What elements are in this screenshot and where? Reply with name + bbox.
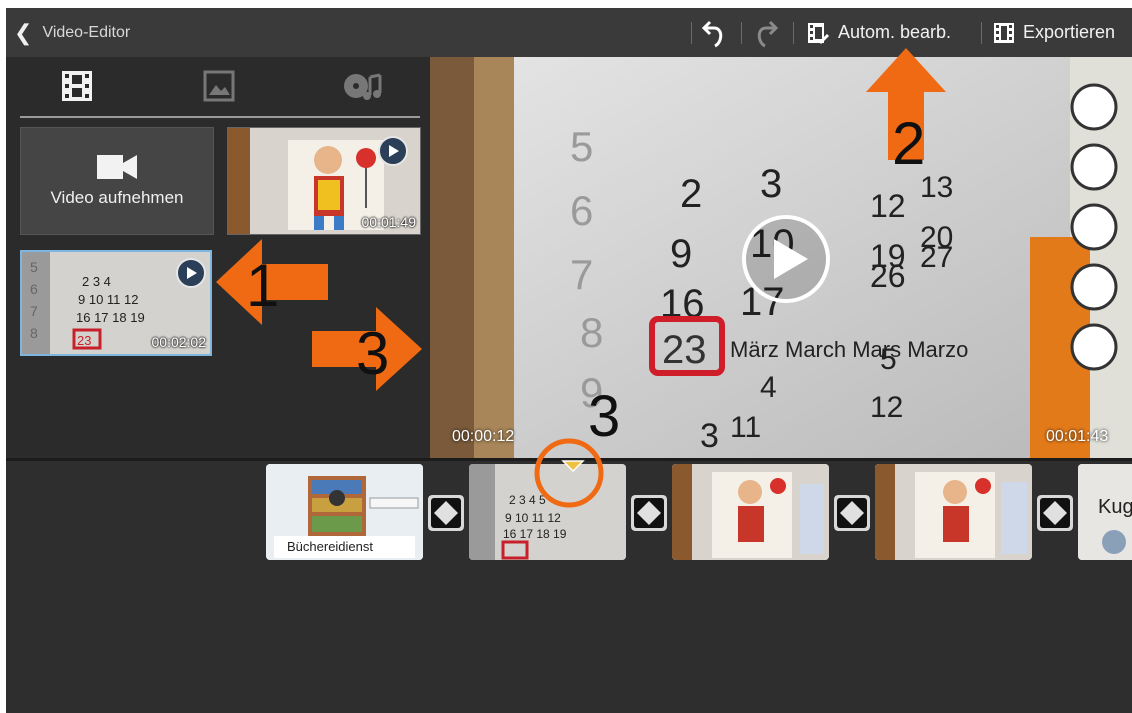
record-video-tile[interactable]: Video aufnehmen [20,127,214,235]
back-button[interactable]: ❮ Video-Editor [14,8,130,57]
tab-underline [20,116,420,118]
timeline-clip[interactable]: Büchereidienst [266,464,423,560]
svg-text:9: 9 [670,232,692,276]
clip-thumbnail [875,464,1032,560]
media-tabs [20,57,420,118]
svg-text:9 10 11 12: 9 10 11 12 [505,511,561,525]
divider [691,22,692,44]
transition-icon[interactable] [834,495,870,531]
svg-text:8: 8 [580,309,603,356]
svg-text:4: 4 [760,371,777,404]
transition-icon[interactable] [428,495,464,531]
svg-text:6: 6 [30,281,38,297]
play-icon[interactable] [740,213,832,305]
camera-icon [97,155,137,179]
svg-text:26: 26 [870,258,906,294]
current-time: 00:00:12 [452,428,515,445]
auto-edit-icon [808,22,830,44]
svg-text:8: 8 [30,325,38,341]
svg-text:2 3 4: 2 3 4 [82,274,111,289]
video-editor-screen: ❮ Video-Editor Autom. bearb. Exportieren… [6,8,1132,713]
svg-text:12: 12 [870,188,906,224]
action-bar: ❮ Video-Editor Autom. bearb. Exportieren [6,8,1132,57]
svg-text:7: 7 [30,303,38,319]
export-label: Exportieren [1023,22,1116,42]
annotation-number-2: 2 [892,110,926,177]
svg-text:5: 5 [570,123,593,170]
svg-text:3: 3 [700,417,719,455]
annotation-number-3: 3 [356,320,390,387]
play-icon[interactable] [176,258,206,288]
svg-text:16 17 18 19: 16 17 18 19 [503,527,567,541]
tab-music[interactable] [342,69,386,103]
divider [793,22,794,44]
chevron-left-icon: ❮ [14,19,33,45]
svg-text:13: 13 [920,171,953,204]
svg-text:6: 6 [570,187,593,234]
auto-edit-label: Autom. bearb. [838,22,952,42]
svg-text:11: 11 [730,411,761,444]
clip-thumbnail [672,464,829,560]
svg-text:12: 12 [870,391,903,424]
annotation-number-1: 1 [246,252,280,319]
timeline-clip[interactable] [672,464,829,560]
video-preview[interactable]: 5 6 7 8 9 2 3 9 10 16 17 12 19 26 13 20 … [430,57,1132,458]
clip-duration: 00:02:02 [151,334,207,350]
app-title: Video-Editor [42,23,131,41]
svg-text:27: 27 [920,241,953,274]
svg-text:5: 5 [30,259,38,275]
svg-text:9 10 11 12: 9 10 11 12 [78,292,138,307]
redo-icon[interactable] [754,18,778,48]
media-thumbnail-selected[interactable]: 5 6 7 8 2 3 4 9 10 11 12 16 17 18 19 23 … [20,250,212,356]
total-time: 00:01:43 [1046,428,1109,445]
annotation-circle [534,438,604,508]
media-thumbnail[interactable]: 00:01:49 [227,127,421,235]
svg-text:16 17 18 19: 16 17 18 19 [76,310,145,325]
timeline-clip[interactable] [875,464,1032,560]
svg-text:2: 2 [680,172,702,216]
clip-caption: Büchereidienst [287,539,373,554]
play-icon[interactable] [378,136,408,166]
clip-duration: 00:01:49 [361,214,417,230]
tab-video[interactable] [60,69,94,103]
divider [981,22,982,44]
divider [741,22,742,44]
svg-text:23: 23 [662,328,707,372]
clip-caption: Kuge [1098,496,1132,518]
transition-icon[interactable] [1037,495,1073,531]
svg-text:23: 23 [77,333,91,348]
svg-text:7: 7 [570,251,593,298]
svg-text:3: 3 [760,162,782,206]
timeline-clip[interactable]: Kuge [1078,464,1132,560]
tab-images[interactable] [202,69,236,103]
svg-text:März March Mars Marzo: März March Mars Marzo [730,337,968,362]
record-video-label: Video aufnehmen [50,188,184,207]
undo-icon[interactable] [702,18,726,48]
transition-icon[interactable] [631,495,667,531]
export-button[interactable]: Exportieren [993,8,1115,57]
film-icon [994,22,1014,43]
